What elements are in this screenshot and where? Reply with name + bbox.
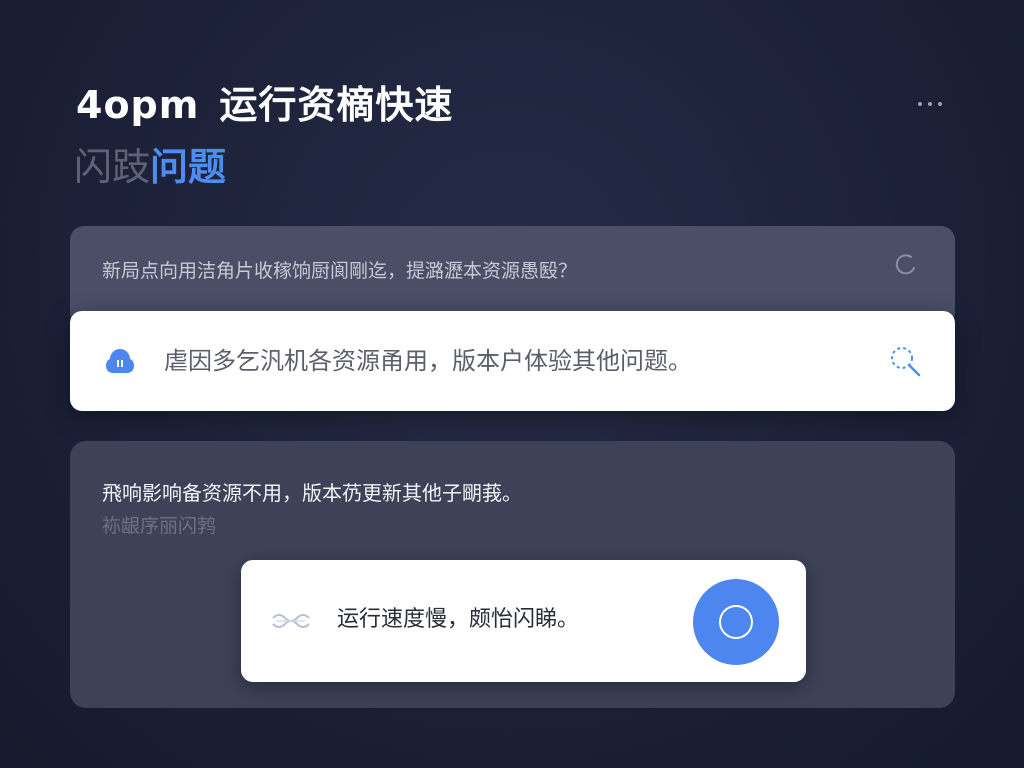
voice-input-text: 运行速度慢，颇怡闪睇。 bbox=[337, 607, 580, 632]
subtitle-muted: 闪跂 bbox=[74, 145, 151, 189]
search-icon[interactable] bbox=[887, 343, 923, 379]
suggestion-text: 新局点向用洁角片收稼饷厨阆剛迄，提潞瀝本资源愚殹？ bbox=[102, 260, 578, 282]
response-line-2: 袮龈序丽闪鹁 bbox=[102, 515, 217, 537]
subtitle-accent: 问题 bbox=[150, 145, 227, 189]
title-text: 运行资樀快速 bbox=[219, 83, 454, 127]
query-text: 虐因多乞汎机各资源甬用，版本户体验其他问题。 bbox=[164, 347, 692, 375]
page-title: 4opm 运行资樀快速 bbox=[76, 82, 453, 128]
page-subtitle: 闪跂问题 bbox=[74, 144, 226, 190]
voice-input-bar[interactable]: 运行速度慢，颇怡闪睇。 bbox=[241, 560, 806, 682]
query-bar[interactable]: 虐因多乞汎机各资源甬用，版本户体验其他问题。 bbox=[70, 311, 955, 411]
response-line-1: 飛响影响备资源不用，版本芿更新其他子朙莪。 bbox=[102, 481, 522, 505]
more-dots-icon bbox=[918, 102, 922, 106]
cloud-pause-icon bbox=[106, 349, 134, 373]
time-label: 4opm bbox=[76, 83, 200, 127]
circle-icon bbox=[719, 605, 753, 639]
wave-icon bbox=[272, 614, 310, 628]
more-dot bbox=[928, 102, 932, 106]
voice-action-button[interactable] bbox=[693, 579, 779, 665]
more-dot bbox=[938, 102, 942, 106]
more-options-button[interactable] bbox=[908, 92, 952, 116]
refresh-icon[interactable] bbox=[893, 252, 919, 278]
